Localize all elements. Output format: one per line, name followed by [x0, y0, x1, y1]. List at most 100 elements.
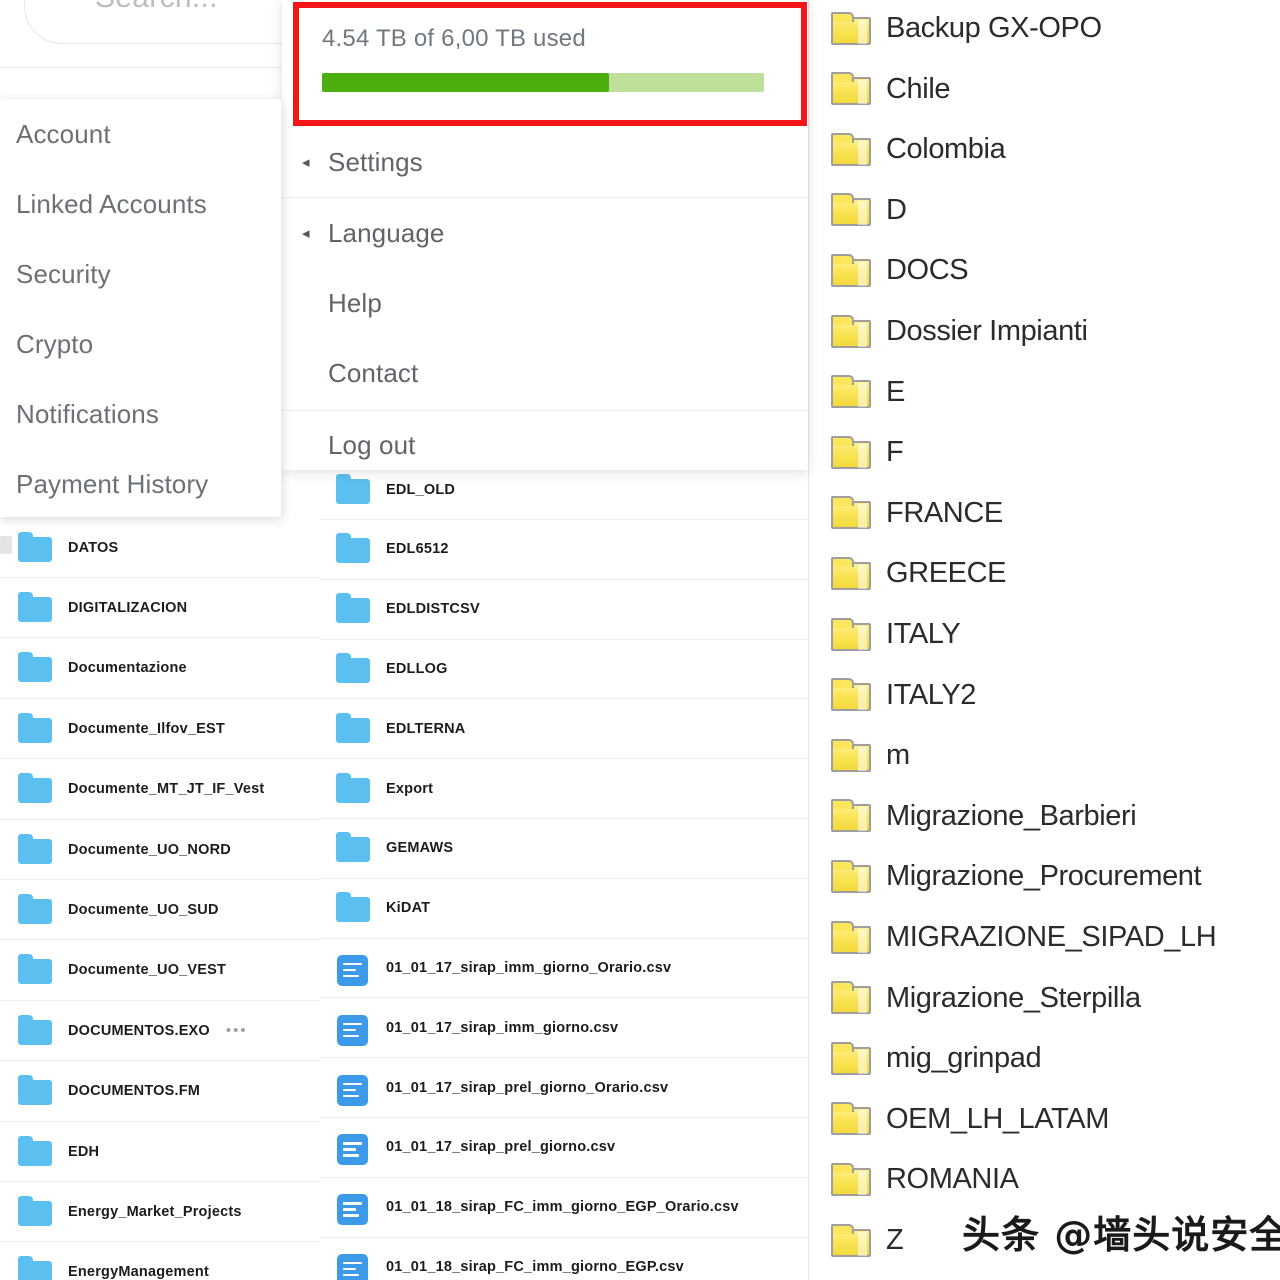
list-item[interactable]: E [809, 362, 1280, 423]
list-item[interactable]: DIGITALIZACION [0, 578, 320, 639]
folder-icon [829, 435, 873, 471]
folder-icon [829, 1101, 873, 1137]
list-item[interactable]: Migrazione_Procurement [809, 846, 1280, 907]
account-menu-item-label: Crypto [16, 328, 94, 359]
folder-icon [829, 1041, 873, 1077]
list-item[interactable]: 01_01_17_sirap_imm_giorno.csv [320, 998, 808, 1059]
list-item[interactable]: 01_01_17_sirap_prel_giorno_Orario.csv [320, 1058, 808, 1118]
folder-icon [18, 1256, 54, 1280]
list-item[interactable]: Documente_MT_JT_IF_Vest [0, 760, 320, 820]
list-item[interactable]: ROMANIA [809, 1149, 1280, 1210]
settings-menu-item-label: Help [328, 287, 382, 318]
settings-menu-item[interactable]: Contact [282, 338, 808, 408]
list-item[interactable]: mig_grinpad [809, 1028, 1280, 1089]
list-item[interactable]: Documentazione [0, 639, 320, 699]
list-item-name: DOCUMENTOS.EXO [68, 1022, 210, 1039]
list-item-name: GREECE [886, 557, 1007, 590]
list-item-name: 01_01_17_sirap_imm_giorno_Orario.csv [386, 959, 672, 976]
settings-menu-item[interactable]: ◂ Language [282, 198, 808, 268]
list-item[interactable]: EDH [0, 1122, 320, 1182]
folder-icon [18, 1195, 54, 1226]
list-item[interactable]: Chile [809, 59, 1280, 120]
list-item[interactable]: Documente_UO_NORD [0, 820, 320, 880]
folder-icon [18, 833, 54, 864]
more-options-icon[interactable]: ••• [226, 1023, 248, 1038]
list-item-name: Colombia [886, 133, 1006, 166]
list-item[interactable]: 01_01_17_sirap_imm_giorno_Orario.csv [320, 938, 808, 999]
list-item[interactable]: Dossier Impianti [809, 301, 1280, 362]
list-item[interactable]: Migrazione_Sterpilla [809, 968, 1280, 1029]
list-item[interactable]: EDLTERNA [320, 699, 808, 760]
account-menu-item[interactable]: Security [0, 239, 281, 309]
list-item-name: Migrazione_Barbieri [886, 799, 1137, 832]
list-item-name: EnergyManagement [68, 1264, 209, 1280]
list-item-name: ROMANIA [886, 1163, 1019, 1196]
list-item[interactable]: FRANCE [809, 483, 1280, 544]
search-input[interactable]: Search... [24, 0, 324, 44]
list-item[interactable]: EDL6512 [320, 520, 808, 580]
account-menu-item[interactable]: Account [0, 99, 281, 169]
list-item[interactable]: KiDAT [320, 879, 808, 939]
folder-icon [336, 832, 372, 863]
list-item[interactable]: EnergyManagement [0, 1243, 320, 1280]
list-item-name: 01_01_18_sirap_FC_imm_giorno_EGP_Orario.… [386, 1199, 739, 1216]
list-item[interactable]: MIGRAZIONE_SIPAD_LH [809, 907, 1280, 968]
list-item[interactable]: Documente_UO_SUD [0, 880, 320, 941]
list-item[interactable]: DATOS [0, 518, 320, 578]
list-item[interactable]: OEM_LH_LATAM [809, 1089, 1280, 1150]
list-item[interactable]: Documente_UO_VEST [0, 941, 320, 1001]
list-item-name: DIGITALIZACION [68, 599, 188, 616]
folder-icon [18, 591, 54, 622]
list-item-name: D [886, 193, 907, 226]
list-item[interactable]: 01_01_17_sirap_prel_giorno.csv [320, 1118, 808, 1178]
folder-icon [18, 712, 54, 743]
list-item-name: Documente_UO_NORD [68, 841, 231, 858]
list-item[interactable]: F [809, 422, 1280, 483]
folder-icon [18, 531, 54, 562]
list-item[interactable]: Colombia [809, 119, 1280, 180]
list-item-name: Energy_Market_Projects [68, 1203, 242, 1220]
list-item[interactable]: D [809, 180, 1280, 241]
list-item-name: E [886, 375, 905, 408]
list-item[interactable]: Export [320, 759, 808, 819]
list-item-name: FRANCE [886, 496, 1003, 529]
settings-menu-item[interactable]: Help [282, 268, 808, 338]
list-item[interactable]: EDLDISTCSV [320, 580, 808, 640]
account-menu-item[interactable]: Linked Accounts [0, 169, 281, 239]
list-item[interactable]: DOCUMENTOS.FM [0, 1062, 320, 1122]
file-icon [336, 1074, 372, 1106]
list-item[interactable]: DOCUMENTOS.EXO ••• [0, 1001, 320, 1062]
list-item[interactable]: EDLLOG [320, 639, 808, 700]
account-menu-item[interactable]: Payment History [0, 449, 281, 519]
list-item[interactable]: 01_01_18_sirap_FC_imm_giorno_EGP_Orario.… [320, 1178, 808, 1238]
list-item[interactable]: GEMAWS [320, 819, 808, 879]
account-menu-item-label: Security [16, 258, 111, 289]
account-menu-item[interactable]: Notifications [0, 379, 281, 449]
account-menu-item[interactable]: Crypto [0, 309, 281, 379]
settings-menu-item-label: Contact [328, 357, 419, 388]
settings-menu-item[interactable]: ◂ Settings [282, 128, 808, 198]
list-item[interactable]: Migrazione_Barbieri [809, 786, 1280, 847]
list-item[interactable]: Documente_Ilfov_EST [0, 699, 320, 760]
list-item[interactable]: DOCS [809, 240, 1280, 301]
chevron-left-icon: ◂ [302, 154, 310, 171]
list-item-name: EDH [68, 1143, 100, 1160]
list-item[interactable]: GREECE [809, 543, 1280, 604]
file-icon [336, 1253, 372, 1280]
list-item[interactable]: Energy_Market_Projects [0, 1182, 320, 1243]
list-item-name: Dossier Impianti [886, 315, 1088, 347]
file-icon [336, 1014, 372, 1046]
list-item[interactable]: Backup GX-OPO [809, 0, 1280, 59]
list-item-name: 01_01_17_sirap_prel_giorno.csv [386, 1139, 616, 1156]
folder-icon [336, 652, 372, 683]
list-item-name: Backup GX-OPO [886, 12, 1102, 44]
settings-menu-item[interactable]: Log out [282, 410, 808, 480]
list-item[interactable]: m [809, 725, 1280, 786]
list-item-name: Chile [886, 72, 951, 105]
list-item[interactable]: 01_01_18_sirap_FC_imm_giorno_EGP.csv [320, 1237, 808, 1280]
list-item[interactable]: ITALY [809, 604, 1280, 665]
folder-icon [18, 1075, 54, 1106]
folder-icon [829, 980, 873, 1016]
list-item[interactable]: ITALY2 [809, 665, 1280, 726]
folder-icon [336, 772, 372, 803]
